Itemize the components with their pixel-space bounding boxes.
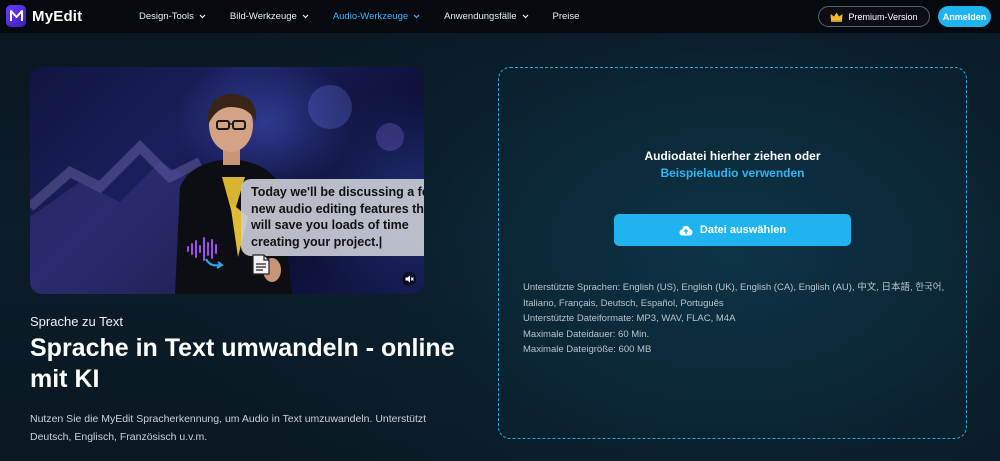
chevron-down-icon [522,14,528,19]
page-eyebrow: Sprache zu Text [30,314,123,329]
crown-icon [830,12,843,22]
hero-image: Today we'll be discussing a few new audi… [30,67,424,294]
supported-languages: Unterstützte Sprachen: English (US), Eng… [523,282,945,309]
login-button[interactable]: Anmelden [938,6,991,27]
max-size: Maximale Dateigröße: 600 MB [523,344,652,355]
choose-file-label: Datei auswählen [699,224,787,236]
menu-label: Design-Tools [139,11,194,22]
menu-label: Preise [552,11,580,22]
menu-label: Anwendungsfälle [444,11,517,22]
page-description: Nutzen Sie die MyEdit Spracherkennung, u… [30,413,427,443]
chevron-down-icon [413,14,420,19]
logo[interactable]: MyEdit [6,5,82,27]
top-navbar: MyEdit Design-Tools Bild-Werkzeuge Audio… [0,0,1000,33]
menu-anwendungsfaelle[interactable]: Anwendungsfälle [444,11,528,22]
choose-file-button[interactable]: Datei auswählen [614,214,851,246]
premium-label: Premium-Version [848,11,918,22]
myedit-logo-icon [6,5,26,27]
menu-design-tools[interactable]: Design-Tools [139,11,206,22]
menu-preise[interactable]: Preise [553,11,580,22]
menu-audio-werkzeuge[interactable]: Audio-Werkzeuge [333,11,420,22]
mute-icon[interactable] [402,272,416,286]
menu-label: Audio-Werkzeuge [332,11,409,22]
dropzone-title: Audiodatei hierher ziehen oder [644,149,821,163]
supported-formats: Unterstützte Dateiformate: MP3, WAV, FLA… [523,313,736,324]
menu-bild-werkzeuge[interactable]: Bild-Werkzeuge [230,11,309,22]
chevron-down-icon [199,14,206,19]
transcript-bubble: Today we'll be discussing a few new audi… [241,179,424,256]
cloud-upload-icon [679,225,693,235]
sample-audio-link[interactable]: Beispielaudio verwenden [499,166,966,180]
document-icon [252,254,270,275]
file-dropzone[interactable]: Audiodatei hierher ziehen oder Beispiela… [498,67,967,439]
logo-text: MyEdit [32,7,83,25]
chevron-down-icon [302,14,309,19]
menu-label: Bild-Werkzeuge [229,11,297,22]
premium-button[interactable]: Premium-Version [818,6,930,27]
max-duration: Maximale Dateidauer: 60 Min. [523,328,650,340]
page-title: Sprache in Text umwandeln - online mit K… [30,334,455,393]
main-menu: Design-Tools Bild-Werkzeuge Audio-Werkze… [139,0,603,33]
upload-info: Unterstützte Sprachen: English (US), Eng… [523,280,948,358]
